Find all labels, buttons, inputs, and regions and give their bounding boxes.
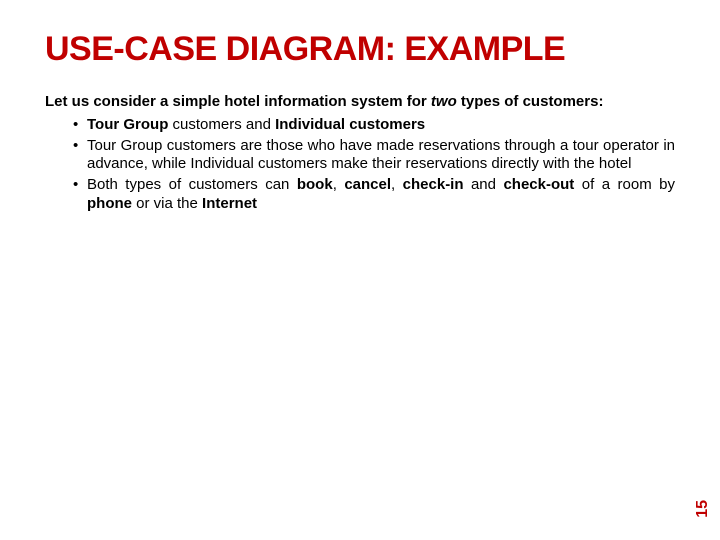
bold-text: check-in	[403, 176, 464, 193]
bold-text: check-out	[503, 176, 581, 193]
intro-post: types of customers:	[457, 93, 604, 110]
text: or via the	[132, 195, 202, 212]
page-number: 15	[694, 500, 712, 518]
text: Both types of customers can	[87, 176, 297, 193]
intro-text: Let us consider a simple hotel informati…	[45, 93, 675, 112]
bold-text: cancel	[344, 176, 391, 193]
bold-text: Individual customers	[275, 116, 425, 133]
slide: USE-CASE DIAGRAM: EXAMPLE Let us conside…	[0, 0, 720, 236]
list-item: Tour Group customers and Individual cust…	[73, 116, 675, 135]
text: customers and	[173, 116, 276, 133]
bold-text: Internet	[202, 195, 257, 212]
bold-text: Tour Group	[87, 116, 173, 133]
list-item: Both types of customers can book, cancel…	[73, 176, 675, 214]
bullet-list: Tour Group customers and Individual cust…	[45, 116, 675, 214]
text: ,	[333, 176, 345, 193]
text: ,	[391, 176, 403, 193]
text: and	[464, 176, 504, 193]
text: of a room by	[582, 176, 675, 193]
intro-pre: Let us consider a simple hotel informati…	[45, 93, 431, 110]
bold-text: phone	[87, 195, 132, 212]
list-item: Tour Group customers are those who have …	[73, 137, 675, 175]
bold-text: book	[297, 176, 333, 193]
intro-emphasis: two	[431, 93, 457, 110]
slide-title: USE-CASE DIAGRAM: EXAMPLE	[45, 30, 675, 69]
